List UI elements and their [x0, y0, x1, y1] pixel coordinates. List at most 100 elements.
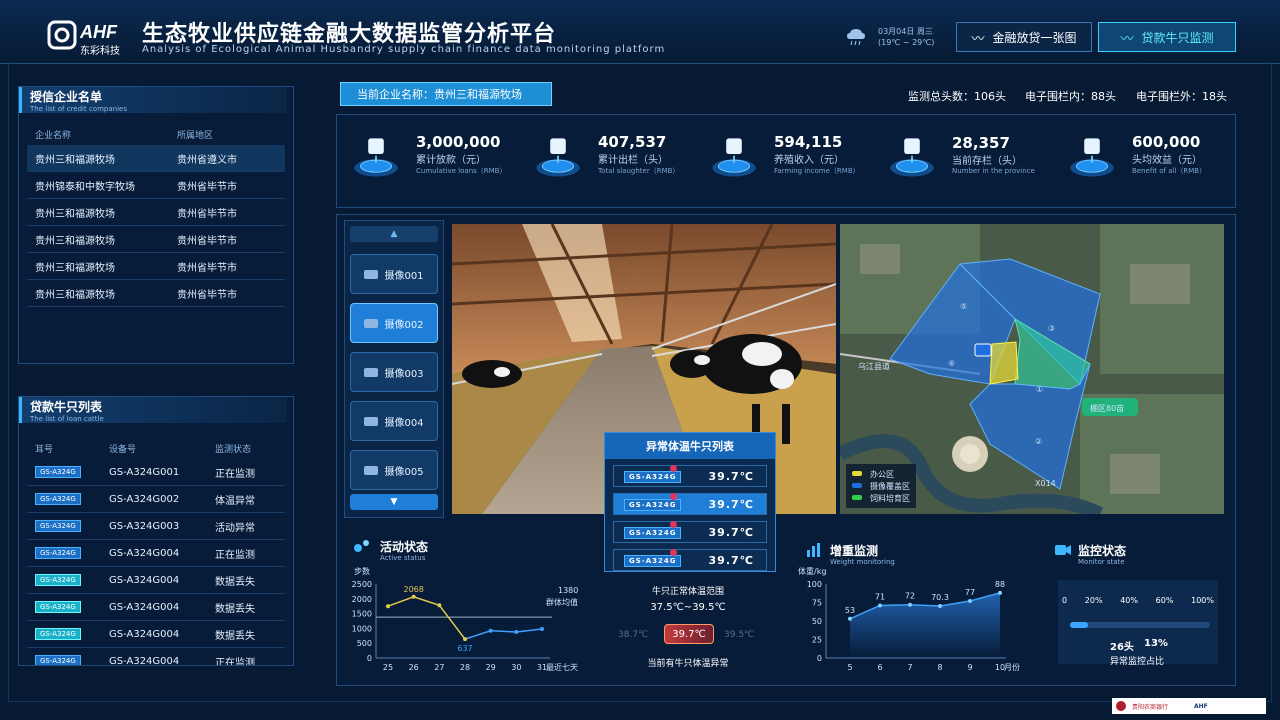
table-row[interactable]: 贵州三和福源牧场 贵州省毕节市	[27, 226, 285, 253]
table-row[interactable]: 贵州三和福源牧场 贵州省毕节市	[27, 253, 285, 280]
panel-title: 授信企业名单	[30, 89, 103, 104]
activity-data-label: 2068	[403, 585, 423, 594]
camera-button-1[interactable]: 摄像001	[350, 254, 438, 294]
ear-tag-badge: GS-A324G	[35, 466, 81, 478]
stat-label: 头均效益（元）	[1132, 154, 1202, 166]
tick-60: 60%	[1155, 596, 1174, 605]
ear-tag-cell: GS-A324G	[27, 493, 109, 505]
camera-scroll-up-button[interactable]: ▲	[350, 226, 438, 242]
camera-scroll-down-button[interactable]: ▼	[350, 494, 438, 510]
monitor-title: 监控状态	[1078, 544, 1127, 558]
activity-point	[437, 603, 442, 608]
camera-button-3[interactable]: 摄像003	[350, 352, 438, 392]
y-tick-label: 1000	[352, 624, 372, 633]
stat-label: 累计放款（元）	[416, 154, 486, 166]
camera-label: 摄像002	[384, 319, 424, 331]
current-temp: 39.7℃	[664, 624, 714, 644]
camera-label: 摄像001	[384, 270, 424, 282]
ear-tag-cell: GS-A324G	[27, 547, 109, 559]
camera-button-4[interactable]: 摄像004	[350, 401, 438, 441]
next-temp: 39.5℃	[724, 630, 755, 640]
ear-tag-badge: GS-A324G	[624, 471, 682, 483]
table-row[interactable]: 贵州三和福源牧场 贵州省毕节市	[27, 199, 285, 226]
prev-temp: 38.7℃	[618, 630, 649, 640]
company-region: 贵州省毕节市	[177, 208, 237, 220]
table-row[interactable]: GS-A324G GS-A324G004 正在监测	[27, 540, 285, 567]
y-tick-label: 2500	[352, 580, 372, 589]
weight-chart: 02550751005 6 7 8 9 10月份5371 72 70.37788	[807, 580, 1020, 672]
table-row[interactable]: GS-A324G GS-A324G004 数据丢失	[27, 621, 285, 648]
activity-point	[411, 594, 416, 599]
footer-ahf: AHF	[1194, 702, 1208, 710]
alert-dot-icon	[670, 493, 677, 500]
table-row[interactable]: GS-A324G GS-A324G003 活动异常	[27, 513, 285, 540]
table-row[interactable]: GS-A324G GS-A324G004 正在监测	[27, 648, 285, 666]
stat-label: 养殖收入（元）	[774, 154, 844, 166]
monitor-status: 数据丢失	[215, 576, 255, 588]
camera-button-5[interactable]: 摄像005	[350, 450, 438, 490]
stat-value: 28,357	[952, 133, 1010, 152]
legend-swatch-feed	[852, 495, 862, 500]
weight-data-label: 70.3	[931, 593, 949, 602]
activity-data-label: 637	[457, 644, 472, 653]
weight-point	[848, 616, 852, 621]
credit-companies-panel: 授信企业名单 The list of credit companies 企业名称…	[18, 86, 294, 364]
stat-text: 28,357 当前存栏（头） Number in the province	[952, 134, 1035, 175]
loan-icon	[354, 138, 398, 177]
table-row[interactable]: GS-A324G GS-A324G004 数据丢失	[27, 594, 285, 621]
device-id: GS-A324G004	[109, 655, 180, 666]
finance-map-button[interactable]: 〰 金融放贷一张图	[956, 22, 1092, 52]
tag-cell: GS-A324G	[624, 521, 682, 539]
monitor-subtitle: Monitor state	[1078, 558, 1125, 566]
camera-marker-icon[interactable]	[974, 343, 992, 357]
slaughter-icon	[536, 138, 580, 177]
loan-cattle-button[interactable]: 〰 贷款牛只监测	[1098, 22, 1236, 52]
page-subtitle: Analysis of Ecological Animal Husbandry …	[142, 44, 666, 55]
camera-button-2[interactable]: 摄像002	[350, 303, 438, 343]
device-id: GS-A324G004	[109, 601, 180, 613]
table-row[interactable]: GS-A324G GS-A324G002 体温异常	[27, 486, 285, 513]
abnormal-ratio-label: 异常监控占比	[1110, 657, 1165, 667]
device-id: GS-A324G004	[109, 628, 180, 640]
company-name: 贵州三和福源牧场	[35, 235, 115, 247]
stat-label-en: Cumulative loans（RMB）	[416, 166, 507, 175]
farm-map[interactable]: ⑤ ③ ④ ① ② 棚区80亩 乌江县道 X014 办公区 摄像覆盖区 饲料培育…	[840, 224, 1224, 514]
temp-value: 39.7℃	[708, 525, 754, 539]
activity-line-high	[387, 595, 466, 640]
company-name: 贵州锦泰和中数字牧场	[35, 181, 135, 193]
ear-tag-badge: GS-A324G	[35, 493, 81, 505]
stat-value: 3,000,000	[416, 132, 501, 151]
company-name: 贵州三和福源牧场	[35, 154, 115, 166]
zone-5-label: ⑤	[960, 302, 967, 311]
cctv-icon	[364, 416, 379, 426]
legend-office-label: 办公区	[870, 469, 894, 479]
table-row[interactable]: 贵州锦泰和中数字牧场 贵州省毕节市	[27, 172, 285, 199]
table-row[interactable]: 贵州三和福源牧场 贵州省遵义市	[27, 145, 285, 172]
activity-subtitle: Active status	[380, 554, 426, 562]
table-header: 企业名称 所属地区	[27, 123, 285, 145]
current-company[interactable]: 当前企业名称：贵州三和福源牧场	[340, 82, 552, 106]
table-row[interactable]: GS-A324G GS-A324G001 正在监测	[27, 459, 285, 486]
abnormal-temp-popup: 异常体温牛只列表 GS-A324G 39.7℃ GS-A324G 39.7℃ GS-A3…	[604, 432, 776, 572]
activity-chart: 0500100015002000250025 26 27 28 29 30 31最近七天13…	[352, 580, 579, 672]
legend-swatch-camera	[852, 483, 862, 488]
tag-cell: GS-A324G	[624, 465, 682, 483]
abnormal-row[interactable]: GS-A324G 39.7℃	[613, 521, 767, 543]
device-id: GS-A324G003	[109, 520, 180, 532]
x-tick-label: 5	[847, 663, 852, 672]
zone-2-label: ②	[1035, 437, 1042, 446]
stat-text: 600,000 头均效益（元） Benefit of all（RMB）	[1132, 133, 1206, 176]
monitor-progress-fill	[1070, 622, 1089, 628]
abnormal-row[interactable]: GS-A324G 39.7℃	[613, 493, 767, 515]
abnormal-row[interactable]: GS-A324G 39.7℃	[613, 549, 767, 571]
monitor-progress-track	[1070, 622, 1210, 628]
device-id: GS-A324G004	[109, 574, 180, 586]
table-row[interactable]: 贵州三和福源牧场 贵州省毕节市	[27, 280, 285, 307]
abnormal-row[interactable]: GS-A324G 39.7℃	[613, 465, 767, 487]
table-row[interactable]: GS-A324G GS-A324G004 数据丢失	[27, 567, 285, 594]
weight-point	[938, 603, 942, 608]
bank-logo-icon	[1116, 701, 1126, 711]
y-tick-label: 0	[817, 654, 822, 663]
abnormal-percent: 13%	[1144, 638, 1168, 649]
col-company: 企业名称	[35, 130, 72, 141]
